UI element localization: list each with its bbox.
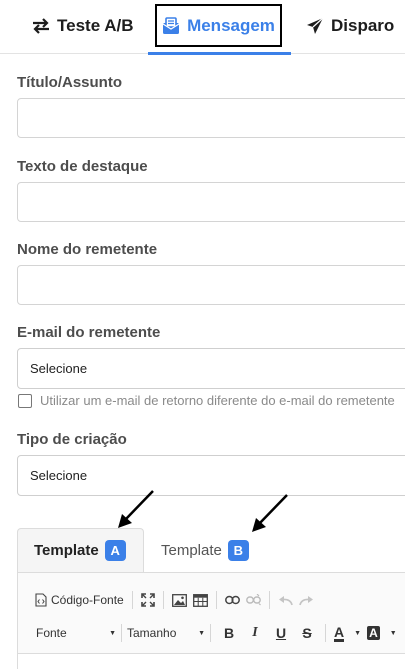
template-b-badge: B [227,539,249,561]
sender-email-select[interactable]: Selecione [17,348,405,389]
editor-content-area[interactable] [18,653,405,669]
toolbar-divider [325,624,326,642]
sender-name-input[interactable] [17,265,405,305]
highlight-text-label: Texto de destaque [17,158,148,175]
top-tabs: Teste A/B Mensagem Disparo [0,0,405,55]
toolbar-divider [215,591,217,609]
font-select[interactable]: Fonte ▼ [36,622,116,644]
sender-name-label: Nome do remetente [17,241,158,258]
source-code-button[interactable]: Código-Fonte [32,589,127,611]
link-icon [224,595,240,605]
envelope-open-icon [162,16,180,34]
text-color-button[interactable]: A ▼ [331,622,364,644]
link-button[interactable] [222,589,243,611]
pointer-arrow-b-icon [252,494,288,532]
maximize-button[interactable] [138,589,158,611]
tab-ab-test[interactable]: Teste A/B [32,6,134,46]
subject-label: Título/Assunto [17,74,122,91]
tab-message[interactable]: Mensagem [155,4,282,47]
source-code-icon [35,593,47,607]
chevron-down-icon: ▼ [354,629,362,637]
background-color-button[interactable]: A ▼ [364,622,400,644]
source-code-label: Código-Fonte [51,593,124,607]
swap-arrows-icon [33,18,49,34]
template-a-badge: A [104,540,126,561]
sender-email-value: Selecione [30,361,88,376]
toolbar-divider [131,591,133,609]
template-b-tab[interactable]: Template B [161,528,249,572]
return-email-checkbox[interactable] [18,393,32,408]
template-a-label: Template [34,542,99,559]
redo-icon [298,595,313,605]
toolbar-divider [162,591,164,609]
undo-icon [278,595,293,605]
editor-toolbar-row-1: Código-Fonte [32,589,317,611]
chevron-down-icon: ▼ [389,629,397,637]
return-email-option[interactable]: Utilizar um e-mail de retorno diferente … [18,393,395,408]
text-color-label: A [334,623,345,642]
pointer-arrow-a-icon [118,490,154,528]
highlight-text-input[interactable] [17,182,405,222]
editor-toolbar-row-2: Fonte ▼ Tamanho ▼ B I U S A ▼ A ▼ [36,622,400,644]
strikethrough-button[interactable]: S [294,625,320,641]
bold-button[interactable]: B [216,625,242,641]
underline-button[interactable]: U [268,625,294,641]
creation-type-value: Selecione [30,468,88,483]
maximize-icon [140,593,155,607]
unlink-button[interactable] [243,589,264,611]
chevron-down-icon: ▼ [198,629,205,637]
image-button[interactable] [169,589,190,611]
background-color-label: A [367,626,380,640]
sender-email-label: E-mail do remetente [17,324,161,341]
tab-dispatch[interactable]: Disparo [306,6,394,46]
tab-message-label: Mensagem [187,15,275,35]
toolbar-divider [121,624,122,642]
font-select-label: Fonte [36,626,67,640]
paper-plane-icon [307,17,324,34]
template-a-tab[interactable]: Template A [17,528,144,572]
toolbar-divider [210,624,211,642]
undo-button[interactable] [275,589,296,611]
tab-dispatch-label: Disparo [331,16,395,35]
table-icon [192,593,208,607]
size-select[interactable]: Tamanho ▼ [127,622,205,644]
redo-button[interactable] [296,589,317,611]
size-select-label: Tamanho [127,626,177,640]
table-button[interactable] [190,589,211,611]
creation-type-label: Tipo de criação [17,431,127,448]
image-icon [171,593,187,607]
toolbar-divider [268,591,270,609]
rich-text-editor: Código-Fonte Fonte ▼ Tamanho ▼ B I U S A… [17,572,405,669]
return-email-checkbox-label: Utilizar um e-mail de retorno diferente … [40,393,395,408]
active-tab-underline [148,52,291,55]
subject-input[interactable] [17,98,405,138]
creation-type-select[interactable]: Selecione [17,455,405,496]
unlink-icon [245,594,261,606]
italic-button[interactable]: I [242,625,268,641]
tab-ab-test-label: Teste A/B [57,16,134,35]
template-b-label: Template [161,541,222,559]
chevron-down-icon: ▼ [109,629,116,637]
